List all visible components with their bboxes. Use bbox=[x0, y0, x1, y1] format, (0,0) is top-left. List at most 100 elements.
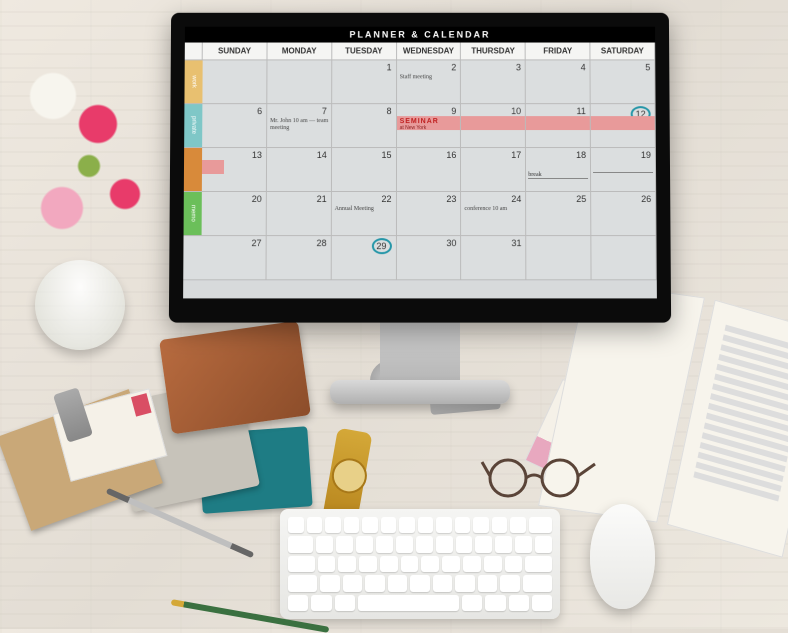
calendar-day-header: SUNDAY bbox=[203, 43, 268, 61]
calendar-date-number: 24 bbox=[511, 194, 521, 204]
calendar-date-number: 7 bbox=[322, 106, 327, 116]
calendar-cell: 4 bbox=[526, 60, 591, 104]
calendar-side-tab bbox=[183, 236, 201, 280]
calendar-note: Mr. John 10 am — team meeting bbox=[270, 118, 329, 132]
calendar-day-header: SATURDAY bbox=[591, 43, 656, 61]
journal-leather bbox=[159, 321, 311, 435]
calendar-cell: 24 conference 10 am bbox=[461, 192, 526, 236]
calendar-date-number: 11 bbox=[577, 106, 586, 116]
calendar-date-number: 4 bbox=[581, 62, 586, 72]
calendar-cell: 3 bbox=[461, 60, 526, 104]
postage-stamp-icon bbox=[131, 393, 152, 416]
calendar-cell: 13 bbox=[202, 148, 267, 192]
calendar-date-number: 9 bbox=[451, 106, 456, 116]
calendar-cell: 10 bbox=[461, 104, 526, 148]
calendar-cell: 8 bbox=[332, 104, 397, 148]
calendar-event-seminar bbox=[591, 116, 655, 130]
calendar-date-number: 13 bbox=[252, 150, 262, 160]
calendar-cell: 12 bbox=[591, 104, 656, 148]
calendar-date-number: 28 bbox=[316, 238, 326, 248]
flower-bouquet bbox=[0, 40, 170, 320]
calendar-side-tab bbox=[184, 148, 202, 192]
eyeglasses-icon bbox=[480, 450, 600, 500]
calendar-date-number: 25 bbox=[576, 194, 586, 204]
calendar-date-number: 23 bbox=[446, 194, 456, 204]
calendar-header-row: SUNDAYMONDAYTUESDAYWEDNESDAYTHURSDAYFRID… bbox=[185, 43, 656, 61]
calendar-cell: 6 bbox=[202, 104, 267, 148]
calendar-cell: 9SEMINARat New York bbox=[397, 104, 462, 148]
calendar-side-tab: work bbox=[184, 60, 202, 104]
calendar-cell bbox=[267, 60, 332, 104]
screen: PLANNER & CALENDAR SUNDAYMONDAYTUESDAYWE… bbox=[183, 27, 657, 299]
calendar-cell: 11 bbox=[526, 104, 591, 148]
calendar-date-number: 5 bbox=[645, 62, 650, 72]
calendar-cell: 1 bbox=[332, 60, 397, 104]
calendar-cell bbox=[202, 60, 267, 104]
calendar-date-number: 16 bbox=[446, 150, 456, 160]
keyboard[interactable] bbox=[280, 509, 560, 619]
calendar-cell: 7 Mr. John 10 am — team meeting bbox=[267, 104, 332, 148]
calendar-cell: 20 bbox=[202, 192, 267, 236]
calendar-cell: 28 bbox=[266, 236, 331, 280]
calendar-date-number: 1 bbox=[387, 62, 392, 72]
calendar-cell bbox=[526, 236, 591, 280]
calendar-cell: 29 bbox=[331, 236, 396, 280]
calendar-date-number: 27 bbox=[251, 238, 261, 248]
calendar-cell: 21 bbox=[267, 192, 332, 236]
calendar-event-break: break bbox=[528, 172, 588, 179]
calendar-date-number: 2 bbox=[451, 62, 456, 72]
calendar-cell: 17 bbox=[461, 148, 526, 192]
calendar-date-number: 31 bbox=[511, 238, 521, 248]
calendar-event-seminar bbox=[202, 160, 224, 174]
calendar-date-number: 26 bbox=[641, 194, 651, 204]
calendar-cell bbox=[591, 236, 656, 280]
calendar-cell: 16 bbox=[397, 148, 462, 192]
calendar-date-number: 30 bbox=[446, 238, 456, 248]
computer-mouse[interactable] bbox=[590, 504, 655, 609]
calendar-title: PLANNER & CALENDAR bbox=[185, 27, 655, 43]
calendar-note: conference 10 am bbox=[464, 206, 523, 213]
calendar-event-seminar: SEMINARat New York bbox=[397, 116, 461, 130]
calendar-cell: 25 bbox=[526, 192, 591, 236]
calendar-date-number: 6 bbox=[257, 106, 262, 116]
calendar-date-number: 18 bbox=[576, 150, 586, 160]
computer-monitor: PLANNER & CALENDAR SUNDAYMONDAYTUESDAYWE… bbox=[169, 13, 671, 323]
calendar-date-number: 19 bbox=[641, 150, 651, 160]
calendar-date-number: 22 bbox=[382, 194, 392, 204]
calendar-side-tab: private bbox=[184, 104, 202, 148]
calendar-grid: work12Staff meeting345private67Mr. John … bbox=[183, 60, 657, 280]
calendar-date-number: 3 bbox=[516, 62, 521, 72]
calendar-day-header: TUESDAY bbox=[332, 43, 397, 61]
calendar-date-number: 20 bbox=[252, 194, 262, 204]
calendar-date-number: 17 bbox=[511, 150, 521, 160]
calendar-note: Annual Meeting bbox=[335, 206, 394, 213]
calendar-cell: 15 bbox=[332, 148, 397, 192]
calendar-day-header: FRIDAY bbox=[526, 43, 591, 61]
calendar-cell: 23 bbox=[397, 192, 462, 236]
calendar-cell: 2 Staff meeting bbox=[397, 60, 462, 104]
calendar-event-break bbox=[593, 172, 653, 173]
calendar-day-header: WEDNESDAY bbox=[397, 43, 462, 61]
calendar-day-header: THURSDAY bbox=[461, 43, 526, 61]
calendar-cell: 19 bbox=[591, 148, 656, 192]
calendar-cell: 27 bbox=[201, 236, 266, 280]
calendar-date-number: 29 bbox=[371, 238, 391, 254]
calendar-cell: 14 bbox=[267, 148, 332, 192]
calendar-cell: 18 break bbox=[526, 148, 591, 192]
calendar-side-tab: memo bbox=[184, 192, 202, 236]
calendar-date-number: 14 bbox=[317, 150, 327, 160]
calendar-event-seminar bbox=[461, 116, 525, 130]
monitor-base bbox=[330, 380, 510, 404]
calendar-cell: 31 bbox=[462, 236, 527, 280]
calendar-date-number: 8 bbox=[387, 106, 392, 116]
calendar-date-number: 15 bbox=[382, 150, 392, 160]
calendar-cell: 22 Annual Meeting bbox=[332, 192, 397, 236]
calendar-cell: 5 bbox=[591, 60, 656, 104]
calendar-cell: 30 bbox=[396, 236, 461, 280]
monitor-stand bbox=[380, 318, 460, 388]
calendar-event-seminar bbox=[526, 116, 590, 130]
calendar-date-number: 21 bbox=[317, 194, 327, 204]
calendar-cell: 26 bbox=[591, 192, 656, 236]
calendar-note: Staff meeting bbox=[400, 74, 459, 81]
calendar-day-header: MONDAY bbox=[267, 43, 332, 61]
